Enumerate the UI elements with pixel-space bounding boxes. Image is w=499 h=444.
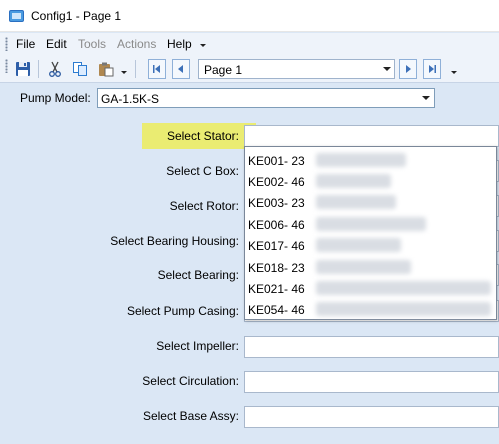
select-bearing-housing-label: Select Bearing Housing: bbox=[110, 234, 239, 248]
menu-tools[interactable]: Tools bbox=[78, 37, 106, 51]
last-page-icon[interactable] bbox=[423, 59, 441, 79]
select-circulation-label: Select Circulation: bbox=[142, 374, 239, 388]
toolbar-separator bbox=[38, 60, 39, 78]
copy-icon[interactable] bbox=[70, 59, 90, 79]
select-pump-casing-label: Select Pump Casing: bbox=[126, 304, 239, 318]
pump-model-select[interactable]: GA-1.5K-S bbox=[97, 88, 435, 108]
select-stator-label: Select Stator: bbox=[166, 129, 239, 143]
select-stator-field[interactable] bbox=[244, 125, 499, 147]
dropdown-option[interactable]: KE054- 46 bbox=[248, 299, 494, 319]
menu-grip-icon[interactable] bbox=[5, 37, 8, 51]
toolbar: Page 1 bbox=[0, 55, 499, 83]
select-bearing-label: Select Bearing: bbox=[157, 268, 239, 282]
pump-model-label: Pump Model: bbox=[20, 91, 91, 105]
select-circulation-field[interactable] bbox=[244, 371, 499, 393]
chevron-down-icon[interactable] bbox=[418, 89, 434, 107]
page-selector[interactable]: Page 1 bbox=[198, 59, 395, 79]
pump-model-value: GA-1.5K-S bbox=[101, 92, 160, 106]
window-title: Config1 - Page 1 bbox=[31, 9, 122, 23]
select-c-box-label: Select C Box: bbox=[166, 164, 239, 178]
dropdown-option[interactable]: KE001- 23 bbox=[248, 150, 494, 170]
select-impeller-label: Select Impeller: bbox=[156, 339, 239, 353]
menu-file[interactable]: File bbox=[16, 37, 35, 51]
next-page-icon[interactable] bbox=[399, 59, 417, 79]
page-selector-value: Page 1 bbox=[204, 63, 243, 77]
menu-actions[interactable]: Actions bbox=[117, 37, 156, 51]
dropdown-option[interactable]: KE006- 46 bbox=[248, 214, 494, 234]
save-icon[interactable] bbox=[13, 59, 33, 79]
previous-page-icon[interactable] bbox=[172, 59, 190, 79]
select-rotor-label: Select Rotor: bbox=[169, 199, 239, 213]
cut-icon[interactable] bbox=[45, 59, 65, 79]
stator-dropdown-list[interactable]: KE001- 23 KE002- 46 KE003- 23 KE006- 46 … bbox=[244, 146, 497, 320]
select-base-assy-field[interactable] bbox=[244, 406, 499, 428]
menu-bar: File Edit Tools Actions Help bbox=[0, 33, 499, 55]
dropdown-option[interactable]: KE017- 46 bbox=[248, 235, 494, 255]
dropdown-option[interactable]: KE021- 46 bbox=[248, 278, 494, 298]
dropdown-option[interactable]: KE003- 23 bbox=[248, 192, 494, 212]
select-base-assy-label: Select Base Assy: bbox=[142, 409, 239, 423]
app-icon bbox=[9, 10, 24, 22]
menu-help[interactable]: Help bbox=[167, 37, 192, 51]
dropdown-option[interactable]: KE002- 46 bbox=[248, 171, 494, 191]
dropdown-option[interactable]: KE018- 23 bbox=[248, 257, 494, 277]
toolbar-separator bbox=[135, 60, 136, 78]
first-page-icon[interactable] bbox=[148, 59, 166, 79]
chevron-down-icon[interactable] bbox=[380, 60, 394, 78]
menu-overflow-icon[interactable] bbox=[200, 44, 206, 47]
toolbar-grip-icon[interactable] bbox=[5, 59, 8, 73]
paste-icon[interactable] bbox=[96, 59, 116, 79]
title-bar: Config1 - Page 1 bbox=[0, 0, 499, 32]
menu-edit[interactable]: Edit bbox=[46, 37, 67, 51]
paste-dropdown-icon[interactable] bbox=[121, 71, 127, 74]
toolbar-overflow-icon[interactable] bbox=[451, 71, 457, 74]
select-impeller-field[interactable] bbox=[244, 336, 499, 358]
